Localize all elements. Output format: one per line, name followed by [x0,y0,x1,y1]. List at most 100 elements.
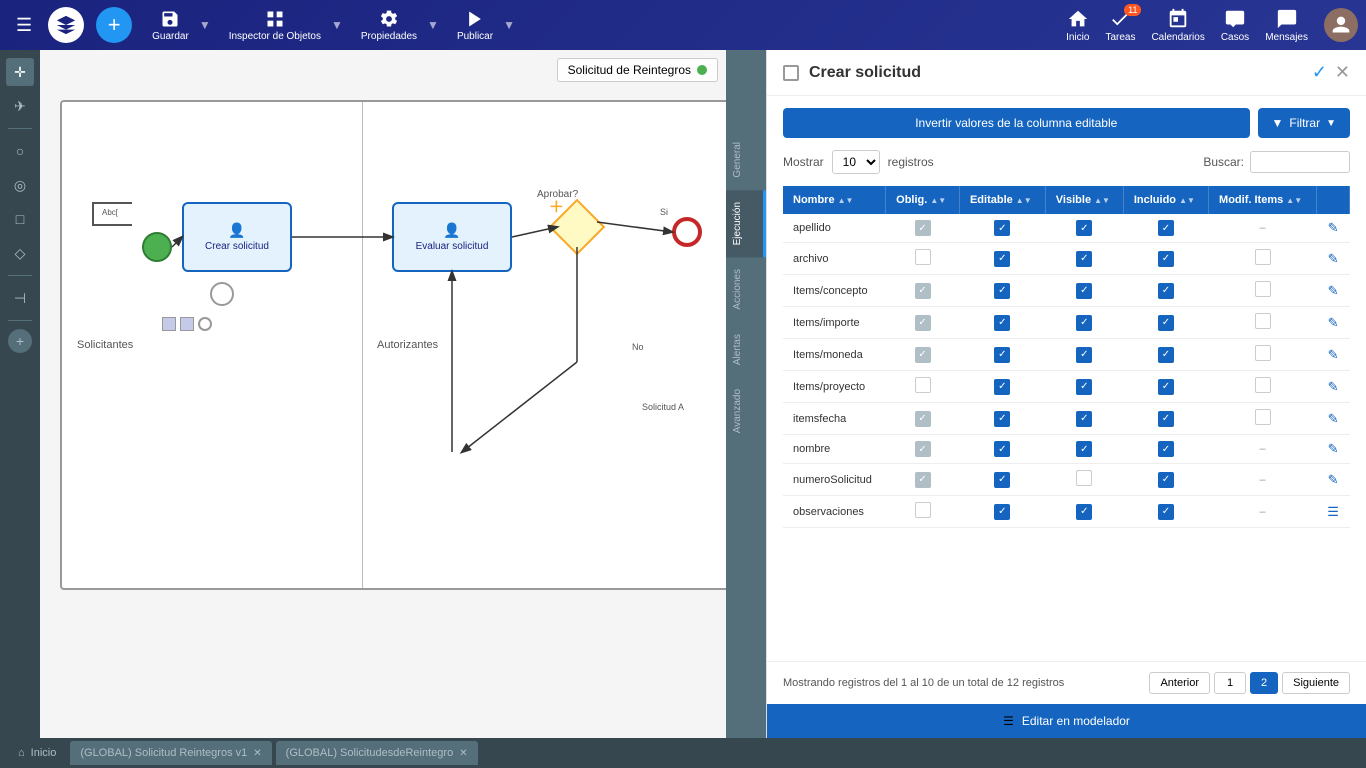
tareas-nav[interactable]: 11 Tareas [1105,8,1135,43]
checkbox-checked[interactable]: ✓ [1158,411,1174,427]
side-tab-acciones[interactable]: Acciones [726,257,766,322]
edit-icon[interactable]: ✎ [1328,347,1339,362]
checkbox-checked[interactable]: ✓ [1158,472,1174,488]
checkbox-checked[interactable]: ✓ [994,283,1010,299]
checkbox-checked[interactable]: ✓ [1158,251,1174,267]
checkbox-checked[interactable]: ✓ [1076,220,1092,236]
guardar-button[interactable]: Guardar [144,5,197,46]
publicar-button[interactable]: Publicar [449,5,501,46]
checkbox-checked[interactable]: ✓ [1158,379,1174,395]
start-event[interactable] [142,232,172,262]
tab-solicitud-reintegros[interactable]: (GLOBAL) Solicitud Reintegros v1 ✕ [70,741,271,765]
tool-rectangle[interactable]: □ [6,205,34,233]
checkbox-checked[interactable]: ✓ [1076,347,1092,363]
checkbox-unchecked[interactable] [1255,249,1271,265]
panel-confirm-button[interactable]: ✓ [1312,62,1327,83]
checkbox-checked[interactable]: ✓ [994,315,1010,331]
checkbox-checked[interactable]: ✓ [1158,504,1174,520]
user-avatar[interactable] [1324,8,1358,42]
edit-icon[interactable]: ✎ [1328,441,1339,456]
edit-icon[interactable]: ✎ [1328,379,1339,394]
tab-inicio[interactable]: ⌂ Inicio [8,743,66,763]
guardar-dropdown[interactable]: ▼ [197,14,213,36]
edit-icon[interactable]: ✎ [1328,283,1339,298]
add-button[interactable]: + [96,7,132,43]
show-select[interactable]: 10 25 50 [832,150,880,174]
panel-footer[interactable]: ☰ Editar en modelador [767,704,1366,738]
side-tab-general[interactable]: General [726,130,766,190]
checkbox-checked[interactable]: ✓ [994,504,1010,520]
checkbox-unchecked[interactable] [1255,345,1271,361]
checkbox-unchecked[interactable] [915,502,931,518]
panel-checkbox[interactable] [783,65,799,81]
filter-button[interactable]: ▼ Filtrar ▼ [1258,108,1350,138]
checkbox-gray[interactable]: ✓ [915,347,931,363]
side-tab-avanzado[interactable]: Avanzado [726,377,766,445]
checkbox-checked[interactable]: ✓ [994,347,1010,363]
side-tab-ejecucion[interactable]: Ejecución [726,190,766,257]
checkbox-unchecked[interactable] [915,249,931,265]
checkbox-checked[interactable]: ✓ [994,251,1010,267]
tab-close-2[interactable]: ✕ [459,748,467,759]
inicio-nav[interactable]: Inicio [1066,8,1089,43]
checkbox-checked[interactable]: ✓ [1158,315,1174,331]
prev-page-button[interactable]: Anterior [1149,672,1210,694]
checkbox-checked[interactable]: ✓ [1076,251,1092,267]
checkbox-checked[interactable]: ✓ [994,379,1010,395]
inspector-button[interactable]: Inspector de Objetos [221,5,329,46]
checkbox-checked[interactable]: ✓ [994,441,1010,457]
edit-icon[interactable]: ☰ [1327,504,1339,519]
search-input[interactable] [1250,151,1350,173]
task-crear-solicitud[interactable]: 👤 Crear solicitud [182,202,292,272]
checkbox-checked[interactable]: ✓ [994,220,1010,236]
checkbox-unchecked[interactable] [1076,470,1092,486]
edit-icon[interactable]: ✎ [1328,220,1339,235]
checkbox-unchecked[interactable] [1255,377,1271,393]
checkbox-checked[interactable]: ✓ [1076,441,1092,457]
tab-close-1[interactable]: ✕ [253,748,261,759]
panel-close-button[interactable]: ✕ [1335,62,1350,83]
checkbox-unchecked[interactable] [1255,409,1271,425]
tool-connection[interactable]: ⊣ [6,284,34,312]
checkbox-checked[interactable]: ✓ [1158,347,1174,363]
checkbox-gray[interactable]: ✓ [915,220,931,236]
inspector-dropdown[interactable]: ▼ [329,14,345,36]
invert-button[interactable]: Invertir valores de la columna editable [783,108,1250,138]
checkbox-gray[interactable]: ✓ [915,472,931,488]
propiedades-button[interactable]: Propiedades [353,5,425,46]
checkbox-checked[interactable]: ✓ [1076,315,1092,331]
tool-circle-event[interactable]: ○ [6,137,34,165]
checkbox-checked[interactable]: ✓ [1076,283,1092,299]
next-page-button[interactable]: Siguiente [1282,672,1350,694]
casos-nav[interactable]: Casos [1221,8,1249,43]
page-input[interactable] [1214,672,1246,694]
checkbox-checked[interactable]: ✓ [1076,411,1092,427]
tab-solicitudes-reintegro[interactable]: (GLOBAL) SolicitudesdeReintegro ✕ [276,741,478,765]
checkbox-gray[interactable]: ✓ [915,283,931,299]
tool-hand[interactable]: ✈ [6,92,34,120]
edit-icon[interactable]: ✎ [1328,411,1339,426]
checkbox-unchecked[interactable] [915,377,931,393]
checkbox-gray[interactable]: ✓ [915,441,931,457]
task-evaluar-solicitud[interactable]: 👤 Evaluar solicitud [392,202,512,272]
tool-diamond[interactable]: ◇ [6,239,34,267]
checkbox-gray[interactable]: ✓ [915,315,931,331]
checkbox-checked[interactable]: ✓ [1158,441,1174,457]
side-tab-alertas[interactable]: Alertas [726,322,766,377]
hamburger-menu[interactable]: ☰ [8,7,40,44]
checkbox-checked[interactable]: ✓ [1076,504,1092,520]
publicar-dropdown[interactable]: ▼ [501,14,517,36]
checkbox-unchecked[interactable] [1255,313,1271,329]
checkbox-unchecked[interactable] [1255,281,1271,297]
tool-circle-thick[interactable]: ◎ [6,171,34,199]
checkbox-checked[interactable]: ✓ [994,472,1010,488]
calendarios-nav[interactable]: Calendarios [1151,8,1204,43]
checkbox-checked[interactable]: ✓ [1076,379,1092,395]
edit-icon[interactable]: ✎ [1328,251,1339,266]
propiedades-dropdown[interactable]: ▼ [425,14,441,36]
edit-icon[interactable]: ✎ [1328,315,1339,330]
tool-add-more[interactable]: + [8,329,32,353]
checkbox-checked[interactable]: ✓ [1158,283,1174,299]
edit-icon[interactable]: ✎ [1328,472,1339,487]
page-2-button[interactable]: 2 [1250,672,1278,694]
